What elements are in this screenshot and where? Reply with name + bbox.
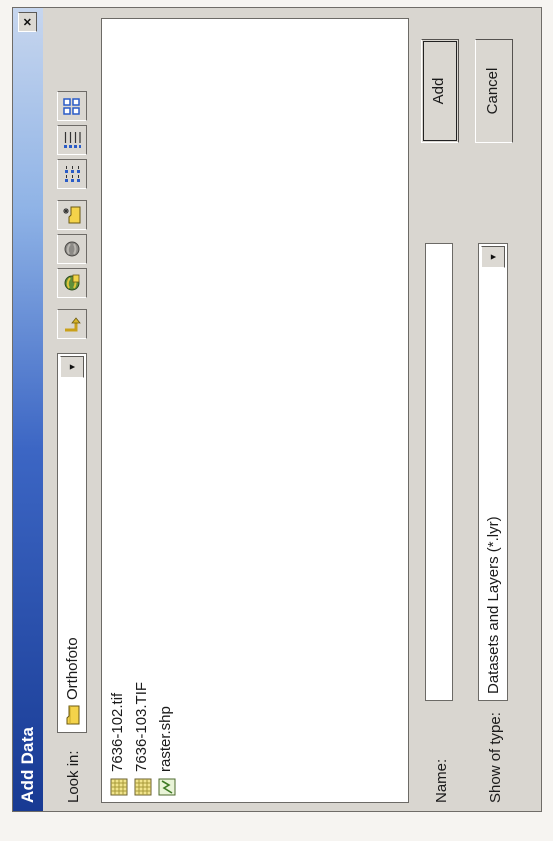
- new-item-icon: [63, 206, 81, 224]
- name-label: Name:: [433, 758, 450, 803]
- file-name: raster.shp: [157, 706, 174, 772]
- connect-to-folder-button[interactable]: [57, 268, 87, 298]
- name-field[interactable]: [425, 243, 453, 701]
- show-of-type-value: Datasets and Layers (*.lyr): [485, 516, 502, 694]
- thumbnails-view-icon: [63, 98, 80, 115]
- list-view-icon: [65, 166, 80, 182]
- thumbnails-view-button[interactable]: [57, 91, 87, 121]
- up-one-level-icon: [65, 317, 81, 332]
- raster-icon: [134, 778, 156, 796]
- close-button[interactable]: ×: [18, 12, 37, 32]
- title-bar[interactable]: Add Data ×: [13, 8, 43, 811]
- show-of-type-dropdown[interactable]: Datasets and Layers (*.lyr) ▼: [478, 243, 508, 701]
- disconnect-folder-button[interactable]: [57, 234, 87, 264]
- raster-icon: [110, 778, 132, 796]
- look-in-label: Look in:: [65, 750, 82, 803]
- new-item-button[interactable]: [57, 200, 87, 230]
- cancel-button[interactable]: Cancel: [475, 39, 513, 143]
- add-button[interactable]: Add: [421, 39, 459, 143]
- chevron-down-icon[interactable]: ▼: [481, 246, 505, 268]
- add-data-dialog: Add Data × Look in: Orthofoto ▼ 7636-102…: [12, 7, 542, 812]
- show-of-type-label: Show of type:: [487, 712, 504, 803]
- scan-background: Add Data × Look in: Orthofoto ▼ 7636-102…: [0, 0, 553, 841]
- chevron-down-icon[interactable]: ▼: [60, 356, 84, 378]
- disconnect-folder-icon: [64, 241, 80, 257]
- file-name: 7636-102.tif: [109, 692, 126, 772]
- folder-icon: [64, 705, 84, 725]
- look-in-dropdown[interactable]: Orthofoto ▼: [57, 353, 87, 733]
- look-in-value: Orthofoto: [64, 637, 81, 700]
- up-one-level-button[interactable]: [57, 309, 87, 339]
- details-view-icon: [64, 132, 81, 148]
- dialog-title: Add Data: [18, 726, 37, 803]
- connect-to-folder-icon: [64, 274, 80, 291]
- shapefile-icon: [158, 778, 180, 796]
- file-list[interactable]: 7636-102.tif 7636-103.TIF raster.shp: [101, 18, 409, 803]
- details-view-button[interactable]: [57, 125, 87, 155]
- file-name: 7636-103.TIF: [133, 681, 150, 772]
- list-view-button[interactable]: [57, 159, 87, 189]
